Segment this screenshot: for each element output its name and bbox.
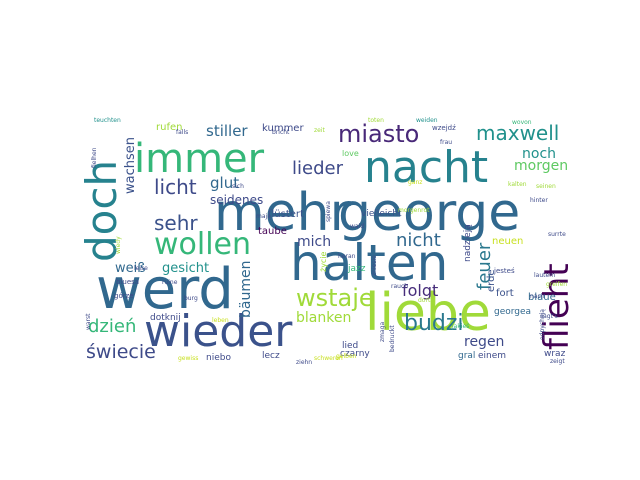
cloud-word: ganz	[408, 179, 422, 186]
cloud-word: mich	[297, 234, 331, 250]
cloud-word: licht	[154, 175, 197, 199]
cloud-word: georgea	[494, 307, 531, 317]
cloud-word: niebo	[206, 353, 231, 363]
cloud-word: bäumen	[238, 261, 254, 318]
cloud-word: zeigt	[550, 358, 565, 365]
cloud-word: nach	[530, 293, 545, 300]
cloud-word: spiewa	[325, 201, 332, 222]
cloud-word: dotknij	[150, 313, 181, 323]
cloud-word: weiden	[416, 117, 438, 124]
cloud-word: zeit	[314, 127, 326, 134]
cloud-word: surrte	[548, 231, 566, 238]
cloud-word: frau	[440, 139, 452, 146]
cloud-word: leise	[134, 265, 148, 272]
cloud-word: kalten	[508, 181, 527, 188]
cloud-word: hinter	[530, 197, 548, 204]
cloud-word: bricht	[272, 129, 290, 136]
cloud-word: jazz	[347, 264, 366, 274]
cloud-word: zmaga	[379, 322, 386, 342]
cloud-word: lautem	[534, 272, 555, 279]
cloud-word: flüstert	[268, 209, 304, 220]
cloud-word: zniesie	[371, 255, 378, 276]
cloud-word: świecie	[86, 341, 156, 363]
cloud-word: love	[342, 149, 359, 158]
cloud-word: nadzieją	[463, 224, 473, 262]
cloud-word: teuchten	[94, 117, 121, 124]
cloud-word: warst	[85, 313, 92, 330]
cloud-word: górze	[114, 292, 134, 300]
cloud-word: falls	[176, 129, 188, 136]
cloud-word: jakieś	[451, 323, 469, 330]
cloud-word: sich	[232, 183, 244, 190]
cloud-word: bluesa	[116, 278, 139, 286]
cloud-word: neuen	[492, 236, 523, 247]
cloud-word: toten	[368, 117, 384, 124]
cloud-word: blanken	[296, 310, 351, 326]
cloud-word: wovon	[512, 119, 532, 126]
cloud-word: ruine	[162, 279, 178, 286]
cloud-word: heran	[338, 253, 356, 260]
cloud-word: fielhen	[91, 147, 98, 168]
cloud-word: vielleicht	[361, 209, 402, 219]
cloud-word: lecz	[262, 351, 280, 361]
cloud-word: seinen	[536, 183, 556, 190]
cloud-word: gesicht	[162, 261, 209, 276]
cloud-word: einem	[478, 351, 506, 361]
cloud-word: dort	[418, 297, 431, 304]
cloud-word: odpychają	[539, 309, 546, 340]
cloud-word: jesteś	[493, 267, 515, 275]
word-cloud: mehr george nacht halten werd liebe wied…	[77, 117, 577, 366]
cloud-word: lieder	[292, 158, 344, 179]
cloud-word: dzień	[88, 316, 136, 337]
cloud-word: schweren	[314, 355, 343, 362]
cloud-word: fort	[496, 288, 514, 299]
cloud-word: życie	[319, 251, 328, 272]
cloud-word: mają	[256, 213, 271, 220]
cloud-word: nacht	[364, 142, 488, 193]
cloud-word: leben	[212, 317, 229, 324]
cloud-word: wstaje	[296, 284, 374, 312]
cloud-word: burg	[184, 295, 198, 302]
cloud-word: noch	[522, 146, 556, 162]
cloud-word: gewiss	[178, 355, 198, 362]
cloud-word: nicht	[396, 230, 441, 251]
cloud-word: wzejdź	[432, 124, 456, 132]
cloud-word: wachsen	[123, 137, 138, 194]
cloud-word: sehr	[154, 211, 198, 235]
cloud-word: greifen	[546, 281, 567, 288]
cloud-word: miasto	[338, 120, 419, 148]
cloud-word: bedruckt	[389, 325, 396, 352]
cloud-word: rauch	[391, 283, 408, 290]
cloud-word: ziehn	[296, 359, 312, 366]
cloud-word: taube	[258, 226, 287, 237]
cloud-word: seidenes	[210, 193, 263, 207]
cloud-word: wald	[350, 223, 364, 230]
cloud-word: stiller	[206, 122, 248, 140]
cloud-word: wiedy	[115, 236, 122, 254]
cloud-word: morgenrot	[398, 207, 430, 214]
cloud-word: gral	[458, 351, 475, 361]
cloud-word: regen	[464, 334, 504, 350]
